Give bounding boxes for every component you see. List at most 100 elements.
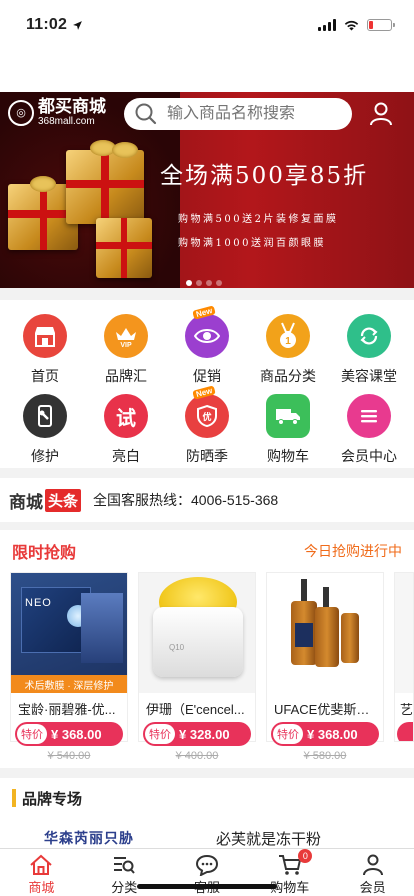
nav-label: 亮白: [112, 448, 140, 464]
page: 11:02 ◎ 都买商城 368mall.com 输入商品名称搜索 全场满500…: [0, 0, 414, 896]
tab-mall[interactable]: 商城: [0, 849, 83, 896]
site-logo[interactable]: ◎ 都买商城 368mall.com: [8, 98, 106, 127]
chat-icon: [195, 854, 218, 876]
logo-name: 都买商城: [38, 97, 106, 117]
price-tag: 特价 ¥ 368.00: [15, 722, 123, 746]
header-spacer: [0, 50, 414, 92]
product-image: [395, 573, 413, 693]
nav-label: 会员中心: [341, 448, 397, 464]
status-bar: 11:02: [0, 0, 414, 50]
new-badge-icon: New: [192, 305, 217, 320]
user-icon: [362, 854, 383, 876]
carousel-dot[interactable]: [206, 280, 212, 286]
price-tag: 特价 ¥ 328.00: [143, 722, 251, 746]
carousel-dot[interactable]: [216, 280, 222, 286]
product-name: 艺: [400, 702, 413, 717]
carousel-dot[interactable]: [196, 280, 202, 286]
tab-label: 分类: [111, 880, 138, 895]
sale-price: ¥ 368.00: [51, 726, 102, 742]
special-price-tag: 特价: [273, 724, 303, 744]
medal-icon: 1: [266, 314, 310, 358]
special-price-tag: 特价: [145, 724, 175, 744]
status-time-group: 11:02: [26, 16, 83, 34]
brand-logo-text[interactable]: 华森芮丽只胁: [44, 828, 134, 848]
nav-item-beauty-class[interactable]: 美容课堂: [328, 314, 410, 386]
product-card[interactable]: UFACE优斐斯烟... 特价 ¥ 368.00 ¥ 580.00: [266, 572, 384, 762]
refresh-icon: [347, 314, 391, 358]
svg-text:优: 优: [202, 411, 211, 423]
svg-text:VIP: VIP: [120, 342, 132, 348]
product-card[interactable]: 艺: [394, 572, 414, 742]
logo-emblem-icon: ◎: [8, 99, 34, 126]
svg-text:1: 1: [285, 336, 291, 347]
brand-zone-title: 品牌专场: [22, 790, 83, 808]
product-card[interactable]: NEO 术后敷膜 · 深层修护 宝龄·丽碧雅-优... 特价 ¥ 368.00 …: [10, 572, 128, 762]
nav-item-cart[interactable]: 购物车: [247, 394, 329, 466]
logo-text: 都买商城 368mall.com: [38, 98, 106, 127]
try-icon: 试: [104, 394, 148, 438]
flash-sale-section: 限时抢购 今日抢购进行中 NEO 术后敷膜 · 深层修护 宝龄·丽碧雅-优...…: [0, 530, 414, 768]
eye-icon: New: [185, 305, 229, 358]
nav-item-brands[interactable]: VIP 品牌汇: [85, 314, 167, 386]
price-tag: 特价 ¥ 368.00: [271, 722, 379, 746]
tab-member[interactable]: 会员: [331, 849, 414, 896]
nav-item-repair[interactable]: 修护: [4, 394, 86, 466]
nav-item-sunscreen[interactable]: New 优 防晒季: [166, 385, 248, 466]
truck-icon: [266, 394, 310, 438]
banner-offer-1: 购物满500送2片装修复面膜: [178, 214, 339, 225]
cellular-signal-icon: [318, 19, 336, 31]
nav-label: 品牌汇: [105, 368, 147, 384]
special-price-tag: 特价: [17, 724, 47, 744]
wifi-icon: [344, 20, 359, 31]
carousel-dots[interactable]: [186, 280, 222, 286]
tab-label: 商城: [28, 880, 55, 895]
brand-zone-section: 品牌专场 华森芮丽只胁 必芙就是冻干粉: [0, 778, 414, 848]
status-time: 11:02: [26, 16, 68, 33]
nav-item-home[interactable]: 首页: [4, 314, 86, 386]
flash-sale-header: 限时抢购 今日抢购进行中: [0, 530, 414, 572]
notice-text: 全国客服热线：4006-515-368: [93, 492, 279, 508]
wrench-phone-icon: [23, 394, 67, 438]
logo-domain: 368mall.com: [38, 116, 95, 127]
headline-notice[interactable]: 商城 头条 全国客服热线：4006-515-368: [0, 478, 414, 522]
nav-label: 首页: [31, 368, 59, 384]
promo-banner[interactable]: ◎ 都买商城 368mall.com 全场满500享85折 购物满500送2片装…: [0, 92, 414, 288]
product-card[interactable]: Q10 伊珊（E'cencel... 特价 ¥ 328.00 ¥ 400.00: [138, 572, 256, 762]
product-image-caption: 术后敷膜 · 深层修护: [11, 675, 127, 693]
list-icon: [347, 394, 391, 438]
sale-price: ¥ 328.00: [179, 726, 230, 742]
nav-item-categories[interactable]: 1 商品分类: [247, 314, 329, 386]
category-icon: [114, 857, 135, 874]
battery-icon: [367, 19, 395, 31]
original-price: ¥ 540.00: [47, 750, 91, 762]
banner-offer-2: 购物满1000送润百颜眼膜: [178, 238, 326, 249]
search-input[interactable]: [167, 105, 337, 123]
banner-headline: 全场满500享85折: [160, 163, 369, 189]
status-indicators: [318, 19, 395, 31]
original-price: ¥ 580.00: [303, 750, 347, 762]
vip-crown-icon: VIP: [104, 314, 148, 358]
search-bar[interactable]: [124, 98, 352, 130]
product-name: 伊珊（E'cencel...: [146, 702, 245, 717]
nav-item-promotion[interactable]: New 促销: [166, 305, 248, 386]
product-name: UFACE优斐斯烟...: [274, 702, 381, 717]
product-image: NEO 术后敷膜 · 深层修护: [11, 573, 127, 693]
nav-label: 促销: [193, 368, 221, 384]
flash-sale-more-link[interactable]: 今日抢购进行中: [304, 541, 402, 561]
product-image: [267, 573, 383, 693]
home-indicator[interactable]: [137, 884, 277, 889]
shield-icon: New 优: [185, 385, 229, 438]
original-price: ¥ 400.00: [175, 750, 219, 762]
brand-zone-header: 品牌专场: [0, 778, 414, 818]
nav-item-whitening[interactable]: 试 亮白: [85, 394, 167, 466]
flash-sale-title: 限时抢购: [12, 545, 77, 562]
nav-item-member-center[interactable]: 会员中心: [328, 394, 410, 466]
price-tag: [397, 722, 413, 741]
brand-slogan[interactable]: 必芙就是冻干粉: [216, 828, 321, 849]
nav-label: 商品分类: [260, 368, 316, 384]
product-image: Q10: [139, 573, 255, 693]
product-name: 宝龄·丽碧雅-优...: [18, 702, 116, 717]
user-profile-icon[interactable]: [368, 101, 394, 127]
nav-label: 购物车: [267, 448, 309, 464]
carousel-dot[interactable]: [186, 280, 192, 286]
